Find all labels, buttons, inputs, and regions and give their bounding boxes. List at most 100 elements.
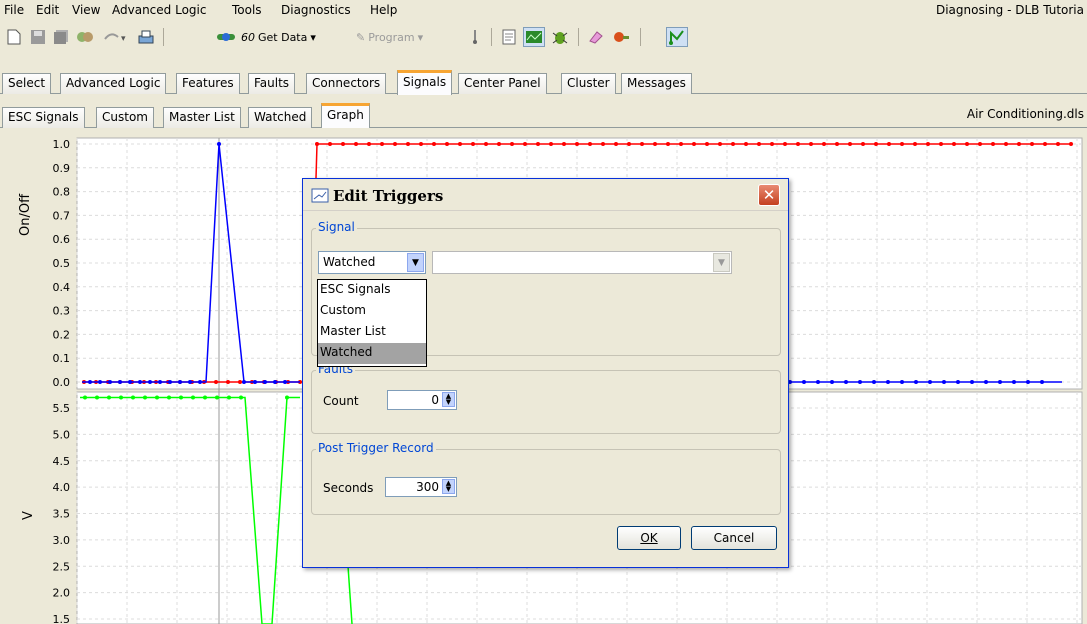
- y-tick-label: 5.0: [53, 428, 71, 441]
- tab-faults[interactable]: Faults: [248, 73, 296, 94]
- close-icon[interactable]: ✕: [758, 184, 780, 206]
- data-point-blue: [283, 380, 287, 384]
- document-icon[interactable]: [500, 27, 518, 47]
- ok-button[interactable]: OK: [617, 526, 681, 550]
- data-point-red: [939, 142, 943, 146]
- signal-name-select[interactable]: ▼: [432, 251, 732, 274]
- menu-help[interactable]: Help: [370, 3, 397, 17]
- tab-watched[interactable]: Watched: [248, 107, 313, 128]
- data-point-red: [1030, 142, 1034, 146]
- data-point-blue: [138, 380, 142, 384]
- cancel-button[interactable]: Cancel: [691, 526, 777, 550]
- data-point-red: [1056, 142, 1060, 146]
- edit-triggers-dialog: Edit Triggers ✕ Signal Watched ▼ ▼ Fault…: [302, 178, 789, 568]
- option-esc-signals[interactable]: ESC Signals: [318, 280, 426, 301]
- plug-icon[interactable]: [215, 27, 237, 47]
- eraser-icon[interactable]: [587, 27, 605, 47]
- data-point-red: [978, 142, 982, 146]
- post-trigger-group-label: Post Trigger Record: [316, 441, 436, 455]
- tab-signals[interactable]: Signals: [397, 70, 453, 95]
- tab-select[interactable]: Select: [2, 73, 52, 94]
- connect-icon[interactable]: [76, 27, 94, 47]
- data-point-red: [471, 142, 475, 146]
- probe-icon[interactable]: [468, 27, 482, 47]
- data-point-blue: [217, 142, 221, 146]
- data-point-green: [203, 395, 207, 400]
- data-point-blue: [802, 380, 806, 384]
- tab-graph[interactable]: Graph: [321, 103, 370, 128]
- data-point-red: [588, 142, 592, 146]
- data-point-blue: [188, 380, 192, 384]
- menu-advanced-logic[interactable]: Advanced Logic: [112, 3, 206, 17]
- spinner-arrows-icon[interactable]: ▲ ▼: [442, 392, 455, 407]
- data-point-red: [484, 142, 488, 146]
- pencil-icon: ✎: [356, 30, 366, 44]
- tab-features[interactable]: Features: [176, 73, 240, 94]
- tab-cluster[interactable]: Cluster: [561, 73, 616, 94]
- tab-center-panel[interactable]: Center Panel: [458, 73, 547, 94]
- data-point-blue: [273, 380, 277, 384]
- save-icon[interactable]: [30, 27, 46, 47]
- save-all-icon[interactable]: [53, 27, 69, 47]
- data-point-red: [601, 142, 605, 146]
- graph-icon[interactable]: [523, 27, 545, 47]
- tab-custom[interactable]: Custom: [96, 107, 154, 128]
- menu-diagnostics[interactable]: Diagnostics: [281, 3, 351, 17]
- bug-icon[interactable]: [550, 27, 570, 47]
- tab-advanced-logic[interactable]: Advanced Logic: [60, 73, 167, 94]
- option-watched[interactable]: Watched: [318, 343, 426, 364]
- data-point-red: [744, 142, 748, 146]
- tab-connectors[interactable]: Connectors: [306, 73, 387, 94]
- menu-edit[interactable]: Edit: [36, 3, 59, 17]
- tab-master-list[interactable]: Master List: [163, 107, 241, 128]
- count-stepper[interactable]: 0 ▲ ▼: [387, 390, 457, 410]
- data-point-red: [887, 142, 891, 146]
- option-custom[interactable]: Custom: [318, 301, 426, 322]
- chevron-down-icon[interactable]: ▼: [713, 253, 730, 272]
- data-point-red: [614, 142, 618, 146]
- option-master-list[interactable]: Master List: [318, 322, 426, 343]
- main-tab-row: Select Advanced Logic Features Faults Co…: [0, 70, 1087, 95]
- data-point-blue: [942, 380, 946, 384]
- data-point-red: [900, 142, 904, 146]
- spinner-arrows-icon[interactable]: ▲ ▼: [442, 479, 455, 494]
- data-point-blue: [1026, 380, 1030, 384]
- data-point-red: [238, 380, 242, 384]
- menu-view[interactable]: View: [72, 3, 100, 17]
- dialog-titlebar[interactable]: Edit Triggers ✕: [303, 179, 788, 211]
- data-point-green: [191, 395, 195, 400]
- y-tick-label: 3.5: [53, 508, 71, 521]
- tab-esc-signals[interactable]: ESC Signals: [2, 107, 85, 128]
- data-point-red: [393, 142, 397, 146]
- data-point-red: [692, 142, 696, 146]
- print-icon[interactable]: [136, 27, 156, 47]
- signal-source-select[interactable]: Watched ▼: [318, 251, 426, 274]
- chip-icon[interactable]: [612, 27, 630, 47]
- data-point-red: [991, 142, 995, 146]
- data-point-red: [226, 380, 230, 384]
- chevron-down-icon: ▾: [417, 30, 424, 44]
- undo-icon[interactable]: ▾: [102, 27, 128, 47]
- trigger-icon[interactable]: [666, 27, 688, 47]
- seconds-stepper[interactable]: 300 ▲ ▼: [385, 477, 457, 497]
- data-point-red: [406, 142, 410, 146]
- data-point-green: [179, 395, 183, 400]
- get-data-button[interactable]: 60 Get Data ▾: [241, 27, 345, 47]
- tab-messages[interactable]: Messages: [621, 73, 692, 94]
- data-point-red: [214, 380, 218, 384]
- y-tick-label: 4.5: [53, 455, 71, 468]
- data-point-red: [640, 142, 644, 146]
- new-icon[interactable]: [6, 27, 22, 47]
- signal-tab-row: ESC Signals Custom Master List Watched G…: [0, 103, 1087, 128]
- data-point-red: [575, 142, 579, 146]
- menu-file[interactable]: File: [4, 3, 24, 17]
- signal-group-label: Signal: [316, 220, 357, 234]
- data-point-green: [95, 395, 99, 400]
- window-title: Diagnosing - DLB Tutoria: [935, 3, 1084, 17]
- menu-tools[interactable]: Tools: [232, 3, 262, 17]
- chevron-down-icon[interactable]: ▼: [407, 253, 424, 272]
- data-point-blue: [886, 380, 890, 384]
- data-point-red: [718, 142, 722, 146]
- program-button[interactable]: ✎ Program ▾: [356, 27, 464, 47]
- y-tick-label: 0.7: [53, 209, 71, 222]
